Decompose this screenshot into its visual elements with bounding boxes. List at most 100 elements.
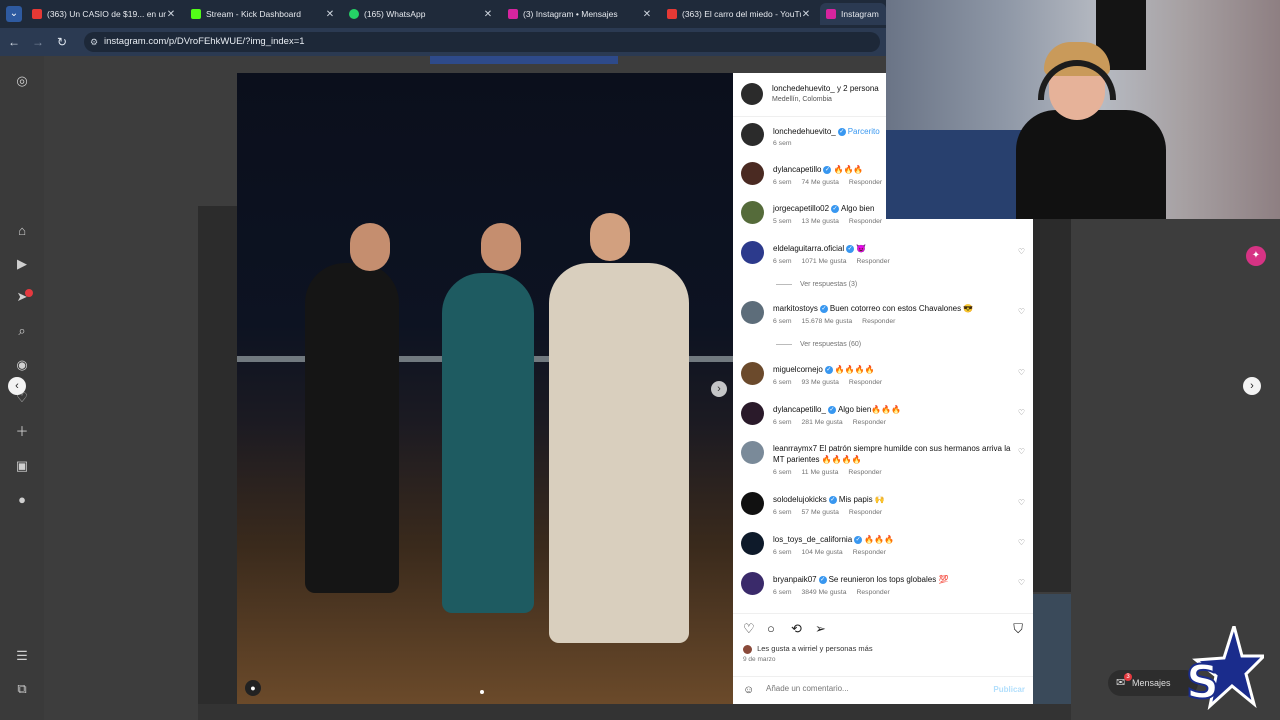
comment-username[interactable]: solodelujokicks (773, 495, 827, 504)
create-icon[interactable]: ＋ (13, 423, 31, 441)
comment-username[interactable]: dylancapetillo_ (773, 405, 826, 414)
tab-list-menu-button[interactable]: ⌄ (6, 6, 22, 22)
author-avatar[interactable] (741, 83, 763, 105)
dashboard-icon[interactable]: ▣ (13, 457, 31, 475)
comment-username[interactable]: miguelcornejo (773, 365, 823, 374)
browser-tab[interactable]: (363) El carro del miedo - YouTu... ✕ (661, 3, 817, 25)
tagged-users-icon[interactable]: ● (245, 680, 261, 696)
liked-by[interactable]: Les gusta a wirriel y personas más (743, 644, 873, 654)
close-tab-icon[interactable]: ✕ (801, 9, 811, 20)
publish-button[interactable]: Publicar (993, 685, 1025, 694)
post-location[interactable]: Medellín, Colombia (772, 96, 832, 103)
browser-tab[interactable]: (363) Un CASIO de $19... en un ✕ (26, 3, 182, 25)
avatar[interactable] (741, 532, 764, 555)
author-username[interactable]: lonchedehuevito_ (772, 84, 835, 93)
next-post-arrow-icon[interactable]: › (1243, 377, 1261, 395)
previous-post-arrow-icon[interactable]: ‹ (8, 377, 26, 395)
comment-likes[interactable]: 57 Me gusta (802, 509, 839, 516)
comment-username[interactable]: jorgecapetillo02 (773, 204, 829, 213)
comment-likes[interactable]: 15.678 Me gusta (802, 318, 853, 325)
avatar[interactable] (741, 492, 764, 515)
comment-username[interactable]: leanrraymx7 (773, 444, 817, 453)
liked-by-others[interactable]: y personas más (820, 644, 873, 653)
comment-icon[interactable]: ○ (767, 621, 775, 636)
comment-like-heart-icon[interactable]: ♡ (1018, 247, 1025, 256)
comment-like-heart-icon[interactable]: ♡ (1018, 578, 1025, 587)
avatar[interactable] (741, 201, 764, 224)
reply-button[interactable]: Responder (856, 258, 889, 265)
avatar[interactable] (741, 241, 764, 264)
comment-like-heart-icon[interactable]: ♡ (1018, 538, 1025, 547)
comment-likes[interactable]: 1071 Me gusta (802, 258, 847, 265)
meta-apps-icon[interactable]: ⧉ (13, 680, 31, 698)
site-info-icon[interactable]: ⚙ (90, 32, 98, 52)
reply-button[interactable]: Responder (849, 379, 882, 386)
comment-like-heart-icon[interactable]: ♡ (1018, 498, 1025, 507)
comment-like-heart-icon[interactable]: ♡ (1018, 368, 1025, 377)
comment-username[interactable]: los_toys_de_california (773, 535, 852, 544)
comment-likes[interactable]: 3849 Me gusta (802, 589, 847, 596)
comment-input[interactable] (766, 684, 966, 693)
avatar[interactable] (741, 362, 764, 385)
browser-tab-active[interactable]: Instagram (820, 3, 886, 25)
next-image-arrow-icon[interactable]: › (711, 381, 727, 397)
collaborators-text[interactable]: y 2 persona (837, 84, 879, 93)
post-authors[interactable]: lonchedehuevito_ y 2 persona (772, 84, 879, 93)
home-icon[interactable]: ⌂ (13, 222, 31, 240)
browser-tab[interactable]: (3) Instagram • Mensajes ✕ (502, 3, 658, 25)
profile-avatar-icon[interactable]: ● (13, 491, 31, 509)
comment-username[interactable]: bryanpaik07 (773, 575, 817, 584)
comment-username[interactable]: lonchedehuevito_ (773, 127, 836, 136)
search-icon[interactable]: ⌕ (13, 322, 31, 340)
forward-arrow-icon[interactable]: → (30, 34, 46, 50)
reply-button[interactable]: Responder (862, 318, 895, 325)
reply-button[interactable]: Responder (853, 419, 886, 426)
avatar[interactable] (741, 123, 764, 146)
view-replies-button[interactable]: Ver respuestas (60) (776, 341, 861, 348)
close-tab-icon[interactable]: ✕ (166, 9, 176, 20)
comment-likes[interactable]: 281 Me gusta (802, 419, 843, 426)
more-menu-icon[interactable]: ☰ (13, 647, 31, 665)
liked-by-user[interactable]: wirriel (798, 644, 818, 653)
reply-button[interactable]: Responder (849, 218, 882, 225)
avatar[interactable] (741, 441, 764, 464)
avatar[interactable] (741, 402, 764, 425)
back-arrow-icon[interactable]: ← (6, 34, 22, 50)
comment-like-heart-icon[interactable]: ♡ (1018, 447, 1025, 456)
reply-button[interactable]: Responder (853, 549, 886, 556)
url-field[interactable]: ⚙ instagram.com/p/DVroFEhkWUE/?img_index… (84, 32, 880, 52)
share-icon[interactable]: ➢ (815, 621, 826, 637)
repost-icon[interactable]: ⟲ (791, 621, 802, 637)
comment-username[interactable]: markitostoys (773, 304, 818, 313)
comment-likes[interactable]: 13 Me gusta (802, 218, 839, 225)
reels-icon[interactable]: ▶ (13, 255, 31, 273)
reply-button[interactable]: Responder (848, 469, 881, 476)
emoji-icon[interactable]: ☺ (743, 684, 754, 696)
comment-like-heart-icon[interactable]: ♡ (1018, 307, 1025, 316)
avatar[interactable] (741, 162, 764, 185)
avatar[interactable] (741, 301, 764, 324)
reload-icon[interactable]: ↻ (54, 34, 70, 50)
reply-button[interactable]: Responder (849, 179, 882, 186)
comment-likes[interactable]: 104 Me gusta (802, 549, 843, 556)
comment-username[interactable]: dylancapetillo (773, 165, 821, 174)
comment-like-heart-icon[interactable]: ♡ (1018, 408, 1025, 417)
browser-tab[interactable]: Stream - Kick Dashboard ✕ (185, 3, 341, 25)
reply-button[interactable]: Responder (856, 589, 889, 596)
comment-username[interactable]: eldelaguitarra.oficial (773, 244, 844, 253)
browser-tab[interactable]: (165) WhatsApp ✕ (343, 3, 499, 25)
extension-pin-icon[interactable]: ✦ (1246, 246, 1266, 266)
like-heart-icon[interactable]: ♡ (743, 621, 755, 637)
comment-likes[interactable]: 11 Me gusta (802, 469, 839, 476)
view-replies-button[interactable]: Ver respuestas (3) (776, 281, 857, 288)
instagram-logo-icon[interactable]: ◎ (13, 72, 31, 90)
avatar[interactable] (741, 572, 764, 595)
explore-icon[interactable]: ◉ (13, 356, 31, 374)
close-tab-icon[interactable]: ✕ (325, 9, 335, 20)
bookmark-icon[interactable]: ⛉ (1013, 621, 1023, 637)
close-tab-icon[interactable]: ✕ (483, 9, 493, 20)
reply-button[interactable]: Responder (849, 509, 882, 516)
comment-likes[interactable]: 74 Me gusta (802, 179, 839, 186)
comment-likes[interactable]: 93 Me gusta (802, 379, 839, 386)
post-photo[interactable]: › ● (237, 73, 733, 704)
